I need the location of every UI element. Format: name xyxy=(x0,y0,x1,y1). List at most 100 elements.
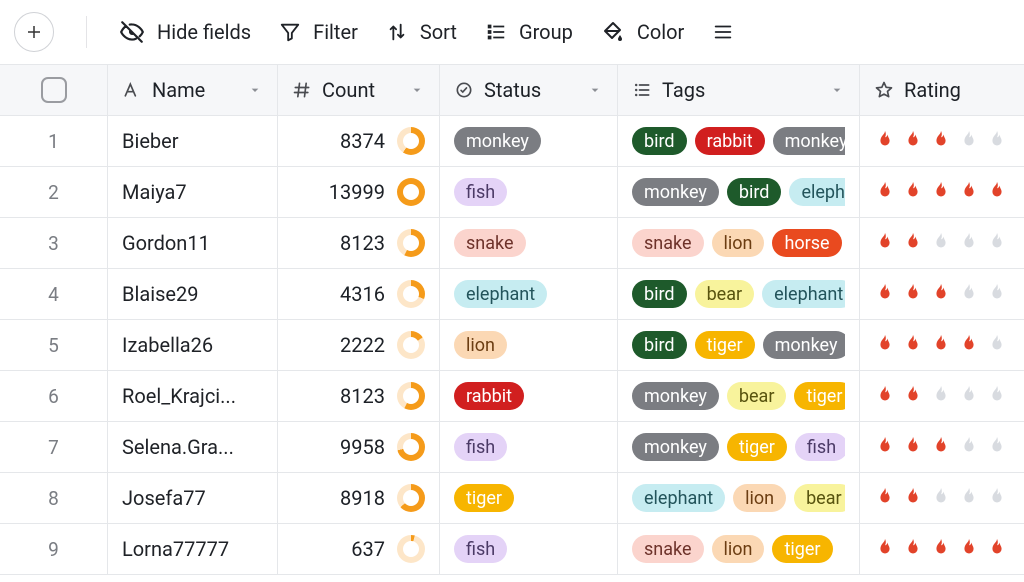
tag-pill: tiger xyxy=(727,433,787,461)
column-header-tags[interactable]: Tags xyxy=(618,65,860,115)
flame-icon xyxy=(902,129,924,153)
cell-status[interactable]: elephant xyxy=(440,269,618,319)
column-label: Name xyxy=(152,78,205,102)
cell-rating[interactable] xyxy=(860,218,1024,268)
column-header-rating[interactable]: Rating xyxy=(860,65,1024,115)
cell-tags[interactable]: birdbearelephant xyxy=(618,269,860,319)
cell-tags[interactable]: monkeybirdelephant xyxy=(618,167,860,217)
select-all-checkbox[interactable] xyxy=(41,77,67,103)
cell-tags[interactable]: snakeliontiger xyxy=(618,524,860,574)
progress-ring-icon xyxy=(397,433,425,461)
column-header-name[interactable]: Name xyxy=(108,65,278,115)
progress-ring-icon xyxy=(397,127,425,155)
tag-pill: bear xyxy=(794,484,845,512)
filter-button[interactable]: Filter xyxy=(279,20,358,44)
cell-name[interactable]: Selena.Gra... xyxy=(108,422,278,472)
count-value: 8374 xyxy=(340,129,385,153)
flame-icon xyxy=(958,231,980,255)
cell-status[interactable]: monkey xyxy=(440,116,618,166)
flame-icon xyxy=(874,231,896,255)
cell-rating[interactable] xyxy=(860,371,1024,421)
table-row[interactable]: 9Lorna77777637fishsnakeliontiger xyxy=(0,524,1024,575)
cell-rating[interactable] xyxy=(860,167,1024,217)
toolbar: Hide fields Filter Sort Group Color xyxy=(0,0,1024,64)
cell-status[interactable]: fish xyxy=(440,524,618,574)
column-header-count[interactable]: Count xyxy=(278,65,440,115)
cell-name[interactable]: Blaise29 xyxy=(108,269,278,319)
cell-name[interactable]: Lorna77777 xyxy=(108,524,278,574)
cell-count[interactable]: 13999 xyxy=(278,167,440,217)
filter-icon xyxy=(279,21,301,43)
flame-icon xyxy=(986,486,1008,510)
tag-pill: elephant xyxy=(789,178,845,206)
cell-name[interactable]: Gordon11 xyxy=(108,218,278,268)
table-row[interactable]: 8Josefa778918tigerelephantlionbear xyxy=(0,473,1024,524)
flame-icon xyxy=(930,333,952,357)
count-value: 2222 xyxy=(340,333,385,357)
table-row[interactable]: 2Maiya713999fishmonkeybirdelephant xyxy=(0,167,1024,218)
cell-status[interactable]: rabbit xyxy=(440,371,618,421)
table-row[interactable]: 4Blaise294316elephantbirdbearelephant xyxy=(0,269,1024,320)
cell-rating[interactable] xyxy=(860,320,1024,370)
name-text: Izabella26 xyxy=(122,333,213,357)
tag-pill: bear xyxy=(727,382,787,410)
more-menu-button[interactable] xyxy=(712,21,734,43)
table-row[interactable]: 7Selena.Gra...9958fishmonkeytigerfish xyxy=(0,422,1024,473)
cell-name[interactable]: Roel_Krajci... xyxy=(108,371,278,421)
cell-count[interactable]: 8123 xyxy=(278,218,440,268)
color-button[interactable]: Color xyxy=(601,20,684,44)
eye-off-icon xyxy=(119,19,145,45)
table-row[interactable]: 3Gordon118123snakesnakelionhorse xyxy=(0,218,1024,269)
tag-pill: lion xyxy=(712,229,765,257)
table-row[interactable]: 5Izabella262222lionbirdtigermonkey xyxy=(0,320,1024,371)
flame-icon xyxy=(930,486,952,510)
cell-rating[interactable] xyxy=(860,473,1024,523)
cell-rating[interactable] xyxy=(860,116,1024,166)
tag-pill: lion xyxy=(733,484,786,512)
cell-name[interactable]: Bieber xyxy=(108,116,278,166)
cell-status[interactable]: fish xyxy=(440,422,618,472)
cell-tags[interactable]: birdtigermonkey xyxy=(618,320,860,370)
add-record-button[interactable] xyxy=(14,12,54,52)
cell-rating[interactable] xyxy=(860,524,1024,574)
cell-status[interactable]: fish xyxy=(440,167,618,217)
cell-count[interactable]: 9958 xyxy=(278,422,440,472)
status-pill: snake xyxy=(454,229,526,257)
group-button[interactable]: Group xyxy=(485,20,573,44)
header-checkbox-cell xyxy=(0,65,108,115)
status-pill: lion xyxy=(454,331,507,359)
cell-tags[interactable]: snakelionhorse xyxy=(618,218,860,268)
sort-button[interactable]: Sort xyxy=(386,20,457,44)
cell-rating[interactable] xyxy=(860,269,1024,319)
progress-ring-icon xyxy=(397,535,425,563)
group-icon xyxy=(485,21,507,43)
cell-tags[interactable]: monkeytigerfish xyxy=(618,422,860,472)
table-row[interactable]: 1Bieber8374monkeybirdrabbitmonkey xyxy=(0,116,1024,167)
tag-pill: bear xyxy=(695,280,755,308)
cell-status[interactable]: snake xyxy=(440,218,618,268)
flame-icon xyxy=(986,180,1008,204)
cell-count[interactable]: 8374 xyxy=(278,116,440,166)
column-header-status[interactable]: Status xyxy=(440,65,618,115)
cell-rating[interactable] xyxy=(860,422,1024,472)
cell-tags[interactable]: monkeybeartiger xyxy=(618,371,860,421)
cell-count[interactable]: 4316 xyxy=(278,269,440,319)
cell-count[interactable]: 637 xyxy=(278,524,440,574)
hide-fields-button[interactable]: Hide fields xyxy=(119,19,251,45)
progress-ring-icon xyxy=(397,178,425,206)
flame-icon xyxy=(930,384,952,408)
cell-tags[interactable]: birdrabbitmonkey xyxy=(618,116,860,166)
cell-status[interactable]: lion xyxy=(440,320,618,370)
rating-type-icon xyxy=(874,80,894,100)
cell-count[interactable]: 8123 xyxy=(278,371,440,421)
cell-name[interactable]: Josefa77 xyxy=(108,473,278,523)
cell-count[interactable]: 8918 xyxy=(278,473,440,523)
cell-tags[interactable]: elephantlionbear xyxy=(618,473,860,523)
table-row[interactable]: 6Roel_Krajci...8123rabbitmonkeybeartiger xyxy=(0,371,1024,422)
cell-name[interactable]: Izabella26 xyxy=(108,320,278,370)
cell-count[interactable]: 2222 xyxy=(278,320,440,370)
flame-icon xyxy=(958,180,980,204)
progress-ring-icon xyxy=(397,331,425,359)
cell-status[interactable]: tiger xyxy=(440,473,618,523)
cell-name[interactable]: Maiya7 xyxy=(108,167,278,217)
